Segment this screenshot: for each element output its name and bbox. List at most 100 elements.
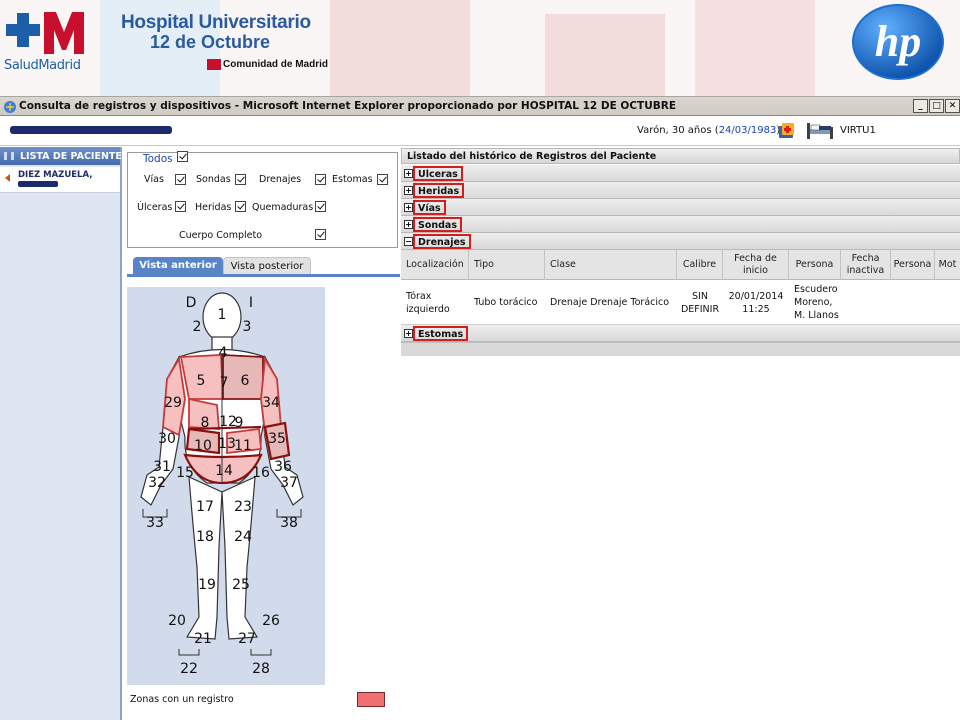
section-estomas[interactable]: + Estomas bbox=[401, 325, 960, 342]
hospital-bed-icon[interactable] bbox=[805, 119, 837, 143]
patient-dob: 24/03/1983 bbox=[718, 125, 777, 136]
hospital-subtitle: 12 de Octubre bbox=[150, 32, 271, 52]
filter-estomas-checkbox[interactable] bbox=[377, 174, 388, 185]
column-header[interactable]: Clase bbox=[545, 250, 677, 280]
collapse-grip-icon[interactable] bbox=[4, 152, 14, 160]
filter-heridas-label: Heridas bbox=[195, 202, 232, 213]
svg-text:33: 33 bbox=[146, 515, 164, 531]
filter-sondas-label: Sondas bbox=[196, 174, 231, 185]
section-drenajes[interactable]: − Drenajes bbox=[401, 233, 960, 250]
comunidad-text: Comunidad de Madrid bbox=[223, 59, 328, 70]
legend-swatch bbox=[357, 692, 385, 707]
svg-text:1: 1 bbox=[218, 307, 227, 323]
svg-text:37: 37 bbox=[280, 475, 298, 491]
column-header[interactable]: Tipo bbox=[469, 250, 545, 280]
filter-heridas-checkbox[interactable] bbox=[235, 201, 246, 212]
svg-text:16: 16 bbox=[252, 465, 270, 481]
svg-text:26: 26 bbox=[262, 613, 280, 629]
expand-icon[interactable]: + bbox=[404, 203, 413, 212]
svg-text:14: 14 bbox=[215, 463, 233, 479]
tab-vista-anterior[interactable]: Vista anterior bbox=[133, 257, 223, 274]
column-header[interactable]: Persona bbox=[789, 250, 841, 280]
filter-sondas-checkbox[interactable] bbox=[235, 174, 246, 185]
section-vias[interactable]: + Vías bbox=[401, 199, 960, 216]
column-header[interactable]: Calibre bbox=[677, 250, 723, 280]
svg-text:32: 32 bbox=[148, 475, 166, 491]
panel-footer bbox=[401, 342, 960, 356]
column-header[interactable]: Fecha de inicio bbox=[723, 250, 789, 280]
expand-icon[interactable]: + bbox=[404, 329, 413, 338]
legend-label: Zonas con un registro bbox=[130, 694, 234, 705]
hp-logo-text: hp bbox=[875, 17, 921, 66]
section-ulceras[interactable]: + Ulceras bbox=[401, 165, 960, 182]
patient-infobar: Varón, 30 años (24/03/1983) VIRTU1 bbox=[0, 117, 960, 146]
svg-text:24: 24 bbox=[234, 529, 252, 545]
minimize-button[interactable]: _ bbox=[913, 99, 928, 113]
svg-text:34: 34 bbox=[262, 395, 280, 411]
column-header[interactable]: Fecha inactiva bbox=[841, 250, 891, 280]
side-label-right: D bbox=[186, 295, 197, 311]
patient-list-item[interactable]: DIEZ MAZUELA, bbox=[0, 167, 120, 193]
expand-icon[interactable]: + bbox=[404, 220, 413, 229]
svg-text:31: 31 bbox=[153, 459, 171, 475]
hospital-banner: SaludMadrid Hospital Universitario 12 de… bbox=[0, 0, 960, 96]
svg-text:11: 11 bbox=[234, 438, 252, 454]
section-sondas-label[interactable]: Sondas bbox=[413, 217, 462, 232]
svg-text:8: 8 bbox=[201, 415, 210, 431]
table-row[interactable]: Tórax izquierdo Tubo torácico Drenaje Dr… bbox=[401, 280, 960, 325]
section-estomas-label[interactable]: Estomas bbox=[413, 326, 469, 341]
svg-text:4: 4 bbox=[219, 345, 228, 361]
expand-icon[interactable]: + bbox=[404, 169, 413, 178]
section-sondas[interactable]: + Sondas bbox=[401, 216, 960, 233]
svg-text:10: 10 bbox=[194, 438, 212, 454]
svg-text:38: 38 bbox=[280, 515, 298, 531]
section-vias-label[interactable]: Vías bbox=[413, 200, 446, 215]
tab-underline bbox=[127, 274, 400, 277]
window-titlebar[interactable]: Consulta de registros y dispositivos - M… bbox=[0, 96, 960, 116]
svg-text:13: 13 bbox=[218, 436, 236, 452]
column-header[interactable]: Mot bbox=[935, 250, 960, 280]
filter-vias-checkbox[interactable] bbox=[175, 174, 186, 185]
filter-todos-label: Todos bbox=[143, 153, 173, 165]
filter-ulceras-checkbox[interactable] bbox=[175, 201, 186, 212]
maximize-button[interactable]: □ bbox=[929, 99, 944, 113]
collapse-icon[interactable]: − bbox=[404, 237, 413, 246]
window-title: Consulta de registros y dispositivos - M… bbox=[19, 100, 676, 112]
svg-text:18: 18 bbox=[196, 529, 214, 545]
section-ulceras-label[interactable]: Ulceras bbox=[413, 166, 463, 181]
column-header[interactable]: Persona bbox=[891, 250, 935, 280]
section-heridas-label[interactable]: Heridas bbox=[413, 183, 465, 198]
svg-text:6: 6 bbox=[241, 373, 250, 389]
patient-list-header[interactable]: LISTA DE PACIENTES bbox=[0, 147, 129, 165]
cell-fecha-inactiva bbox=[841, 280, 891, 325]
filter-quemaduras-checkbox[interactable] bbox=[315, 201, 326, 212]
svg-text:21: 21 bbox=[194, 631, 212, 647]
drenajes-table-header: Localización Tipo Clase Calibre Fecha de… bbox=[401, 250, 960, 280]
filter-todos-checkbox[interactable] bbox=[177, 151, 188, 162]
svg-text:28: 28 bbox=[252, 661, 270, 677]
cell-persona: Escudero Moreno, M. Llanos bbox=[794, 284, 839, 321]
section-heridas[interactable]: + Heridas bbox=[401, 182, 960, 199]
section-drenajes-label[interactable]: Drenajes bbox=[413, 234, 471, 249]
svg-text:36: 36 bbox=[274, 459, 292, 475]
patient-list-sidebar: LISTA DE PACIENTES DIEZ MAZUELA, bbox=[0, 147, 129, 720]
filter-cuerpo-completo-checkbox[interactable] bbox=[315, 229, 326, 240]
patient-name-redacted bbox=[10, 126, 172, 134]
svg-text:7: 7 bbox=[220, 375, 229, 391]
column-header[interactable]: Localización bbox=[401, 250, 469, 280]
banner-decoration bbox=[330, 0, 470, 96]
svg-text:23: 23 bbox=[234, 499, 252, 515]
expand-icon[interactable]: + bbox=[404, 186, 413, 195]
filter-drenajes-checkbox[interactable] bbox=[315, 174, 326, 185]
patient-list-name-redacted bbox=[18, 181, 58, 187]
side-label-left: I bbox=[249, 295, 253, 311]
svg-text:22: 22 bbox=[180, 661, 198, 677]
filter-drenajes-label: Drenajes bbox=[259, 174, 302, 185]
close-button[interactable]: ✕ bbox=[945, 99, 960, 113]
cell-persona-2 bbox=[891, 280, 935, 325]
tab-vista-posterior[interactable]: Vista posterior bbox=[223, 257, 311, 274]
cell-fecha-inicio: 20/01/2014 11:25 bbox=[728, 290, 784, 315]
banner-decoration bbox=[545, 14, 665, 96]
cell-calibre: SIN DEFINIR bbox=[680, 290, 720, 315]
care-plan-icon[interactable] bbox=[778, 122, 796, 140]
